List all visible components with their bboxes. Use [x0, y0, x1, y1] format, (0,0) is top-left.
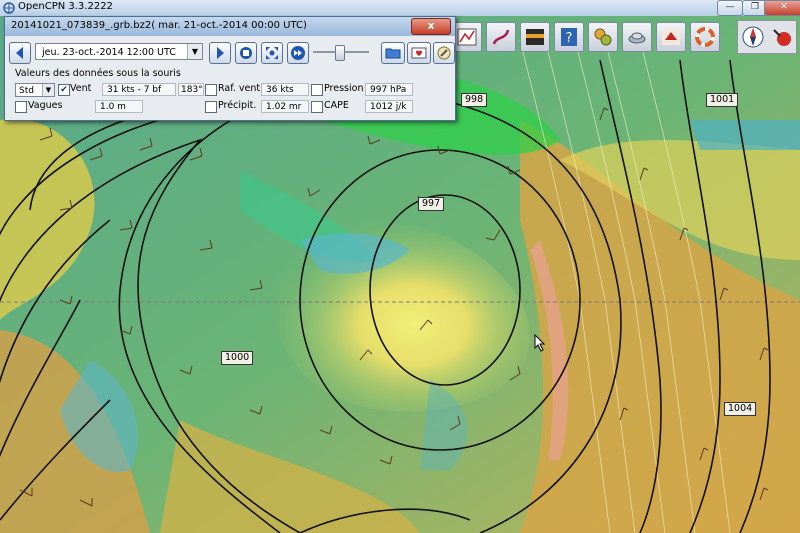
- gust-checkbox[interactable]: [205, 84, 217, 96]
- compass-widget[interactable]: [737, 20, 797, 54]
- isobar-label: 1000: [221, 351, 254, 365]
- request-button[interactable]: [407, 42, 431, 64]
- now-button[interactable]: [235, 42, 257, 64]
- ais-icon: [628, 32, 646, 44]
- time-select-value: jeu. 23-oct.-2014 12:00 UTC: [42, 47, 176, 58]
- tide-button[interactable]: [520, 22, 550, 52]
- isobar-label: 998: [461, 93, 488, 107]
- lifebuoy-button[interactable]: [690, 22, 720, 52]
- pressure-checkbox[interactable]: [311, 84, 323, 96]
- folder-icon: [385, 48, 401, 59]
- mail-heart-icon: [411, 47, 427, 59]
- info-icon: ?: [561, 28, 577, 46]
- app-titlebar: OpenCPN 3.3.2222 — ❐ ✕: [0, 0, 800, 17]
- cape-label: CAPE: [324, 100, 349, 111]
- pressure-label: Pression: [324, 83, 364, 94]
- app-title: OpenCPN 3.3.2222: [18, 1, 113, 12]
- display-mode-value: Std: [19, 86, 34, 96]
- window-close-button[interactable]: ✕: [764, 0, 800, 16]
- grib-controls-row: jeu. 23-oct.-2014 12:00 UTC ▼: [9, 40, 455, 66]
- gps-status-icon: [773, 29, 791, 46]
- waves-checkbox[interactable]: [15, 101, 27, 113]
- ais-button[interactable]: [622, 22, 652, 52]
- record-icon: [240, 47, 252, 59]
- gust-label: Raf. vent: [218, 83, 261, 94]
- grib-titlebar[interactable]: 20141021_073839_.grb.bz2( mar. 21-oct.-2…: [5, 17, 455, 36]
- slider-thumb[interactable]: [335, 45, 345, 61]
- waves-value: 1.0 m: [95, 100, 143, 113]
- waves-label: Vagues: [28, 100, 63, 111]
- isobar-label: 1001: [706, 93, 739, 107]
- arrow-left-icon: [16, 47, 23, 59]
- time-slider[interactable]: [313, 43, 369, 61]
- next-time-button[interactable]: [209, 42, 231, 64]
- opencpn-logo-icon: [3, 2, 15, 14]
- open-file-button[interactable]: [381, 42, 405, 64]
- settings-icon: [594, 28, 612, 46]
- cape-value: 1012 j/k: [365, 100, 413, 113]
- precip-value: 1.02 mr: [261, 100, 309, 113]
- wrench-icon: [437, 46, 451, 60]
- lifebuoy-icon: [695, 27, 715, 47]
- cape-checkbox[interactable]: [311, 101, 323, 113]
- wind-checkbox[interactable]: ✔: [58, 84, 70, 96]
- isobar-label: 1004: [724, 402, 757, 416]
- fast-forward-icon: [291, 46, 305, 60]
- track-button[interactable]: [486, 22, 516, 52]
- minimize-button[interactable]: —: [717, 0, 743, 16]
- track-icon: [492, 29, 510, 45]
- grib-close-button[interactable]: x: [411, 18, 451, 35]
- gust-value: 36 kts: [261, 83, 309, 96]
- precip-checkbox[interactable]: [205, 101, 217, 113]
- route-icon: [457, 28, 477, 46]
- settings-button[interactable]: [588, 22, 618, 52]
- zoom-to-center-button[interactable]: [261, 42, 283, 64]
- mouse-cursor-icon: [534, 334, 546, 352]
- isobar-label: 997: [418, 197, 445, 211]
- wind-direction-value: 183°: [178, 83, 204, 96]
- mob-icon: [662, 29, 680, 45]
- prev-time-button[interactable]: [9, 42, 31, 64]
- info-button[interactable]: ?: [554, 22, 584, 52]
- grib-file-title: 20141021_073839_.grb.bz2( mar. 21-oct.-2…: [11, 20, 307, 31]
- grib-body: jeu. 23-oct.-2014 12:00 UTC ▼ Valeurs de…: [5, 36, 455, 120]
- data-values-label: Valeurs des données sous la souris: [15, 68, 181, 79]
- display-mode-select[interactable]: Std ▼: [15, 83, 55, 97]
- arrow-right-icon: [217, 47, 224, 59]
- time-select[interactable]: jeu. 23-oct.-2014 12:00 UTC ▼: [35, 43, 203, 60]
- route-button[interactable]: [452, 22, 482, 52]
- main-toolbar: ?: [452, 22, 724, 52]
- grib-settings-button[interactable]: [433, 42, 455, 64]
- chevron-down-icon: ▼: [42, 84, 54, 96]
- play-button[interactable]: [287, 42, 309, 64]
- chevron-down-icon: ▼: [187, 44, 202, 59]
- svg-text:?: ?: [566, 31, 573, 46]
- compass-icon: [742, 26, 764, 48]
- precip-label: Précipit.: [218, 100, 257, 111]
- mob-button[interactable]: [656, 22, 686, 52]
- tide-icon: [526, 29, 544, 45]
- pressure-value: 997 hPa: [365, 83, 413, 96]
- wind-value: 31 kts - 7 bf: [102, 83, 176, 96]
- wind-label: Vent: [70, 83, 92, 94]
- expand-icon: [266, 47, 278, 59]
- grib-dialog: 20141021_073839_.grb.bz2( mar. 21-oct.-2…: [4, 16, 456, 121]
